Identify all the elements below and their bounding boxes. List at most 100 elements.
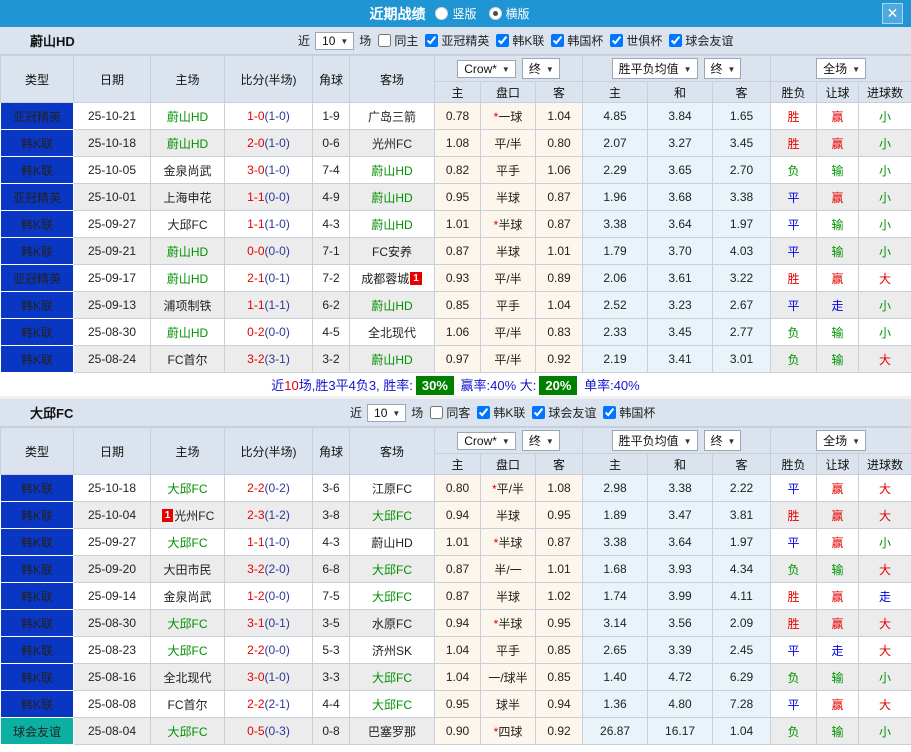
league-filter-1[interactable]: 球会友谊: [532, 404, 598, 421]
handicap-text: 半球: [495, 190, 520, 205]
radio-checked-icon[interactable]: [488, 7, 502, 20]
avg-select[interactable]: 胜平负均值: [611, 58, 698, 79]
radio-unchecked-icon[interactable]: [435, 7, 449, 20]
league-filter-1-input[interactable]: [532, 406, 546, 419]
verdict-text: 负: [787, 724, 800, 739]
league-cell: 韩K联: [0, 318, 74, 346]
league-cell: 韩K联: [0, 663, 74, 691]
team-name-text: FC安养: [372, 244, 412, 259]
league-filter-2-input[interactable]: [603, 406, 617, 419]
team-name-text: 大邱FC: [372, 670, 412, 685]
verdict-text: 赢: [831, 136, 844, 151]
league-filter-1-input[interactable]: [496, 34, 510, 47]
score-cell: 1-1(1-0): [224, 528, 313, 556]
corners-cell: 5-3: [312, 636, 350, 664]
league-filter-0[interactable]: 亚冠精英: [425, 32, 491, 49]
sub-header-6: 胜负: [770, 81, 818, 103]
verdict-text: 平: [787, 298, 800, 313]
verdict-text: 输: [831, 325, 844, 340]
close-button[interactable]: ✕: [882, 3, 903, 24]
near-count-select[interactable]: 10: [315, 31, 355, 50]
avg-final-select[interactable]: 终: [703, 58, 742, 79]
handicap-result-cell: 输: [816, 210, 860, 238]
league-filter-2[interactable]: 韩国杯: [603, 404, 657, 421]
odds-away-cell: 0.80: [534, 129, 584, 157]
league-filter-0-input[interactable]: [477, 406, 491, 419]
scope-select[interactable]: 全场: [816, 430, 867, 451]
avg-win-cell: 3.14: [582, 609, 649, 637]
team-name-text: 全北现代: [367, 325, 416, 340]
avg-away-cell: 2.45: [712, 636, 772, 664]
table-row: 亚冠精英 25-10-01 上海申花 1-1(0-0) 4-9 蔚山HD 0.95 半球 0.8…: [0, 183, 911, 211]
result-cell: 胜: [770, 582, 818, 610]
table-row: 韩K联 25-10-18 蔚山HD 2-0(1-0) 0-6 光州FC 1.08 平/半 0.8…: [0, 129, 911, 157]
team-name-text: 大邱FC: [167, 217, 208, 232]
date-cell: 25-08-16: [73, 663, 151, 691]
scope-select[interactable]: 全场: [816, 58, 867, 79]
verdict-text: 大: [879, 271, 892, 286]
verdict-text: 小: [879, 136, 892, 151]
sub-header-4: 和: [647, 453, 714, 475]
handicap-cell: *半球: [480, 609, 536, 637]
avg-win-cell: 2.65: [582, 636, 649, 664]
same-venue-checkbox-input[interactable]: [378, 34, 392, 47]
league-filter-1[interactable]: 韩K联: [496, 32, 546, 49]
league-filter-4-input[interactable]: [669, 34, 683, 47]
home-team-cell: 大邱FC: [150, 528, 225, 556]
sub-header-1: 盘口: [480, 453, 536, 475]
away-team-cell: 光州FC: [349, 129, 435, 157]
odds-company-select[interactable]: Crow*: [457, 60, 516, 78]
avg-draw-cell: 4.80: [647, 690, 714, 718]
halftime-score: (0-3): [264, 724, 290, 738]
odds-home-cell: 1.01: [434, 210, 481, 238]
avg-win-cell: 1.74: [582, 582, 649, 610]
result-cell: 胜: [770, 129, 818, 157]
avg-draw-cell: 3.68: [647, 183, 714, 211]
verdict-text: 胜: [787, 616, 800, 631]
same-venue-checkbox-input[interactable]: [430, 406, 444, 419]
league-filter-2[interactable]: 韩国杯: [551, 32, 605, 49]
avg-draw-cell: 3.65: [647, 156, 714, 184]
results-table: 类型日期主场比分(半场)角球客场Crow*终胜平负均值终全场主盘口客主和客胜负让…: [0, 427, 911, 745]
summary-part: 40%: [490, 378, 517, 393]
team-name: 大邱FC: [30, 406, 74, 421]
verdict-text: 平: [787, 481, 800, 496]
result-cell: 胜: [770, 264, 818, 292]
team-name-text: 大田市民: [163, 562, 212, 577]
handicap-text: 一/球半: [488, 670, 528, 685]
fulltime-score: 1-1: [247, 190, 265, 204]
col-header-5: 客场: [349, 427, 435, 475]
verdict-text: 大: [879, 643, 892, 658]
league-filter-0-label: 韩K联: [493, 406, 526, 420]
avg-select[interactable]: 胜平负均值: [611, 430, 698, 451]
odds-away-cell: 1.02: [534, 582, 584, 610]
halftime-score: (0-1): [264, 271, 290, 285]
odds-home-cell: 1.04: [434, 663, 481, 691]
section-header: 蔚山HD 近 10 场 同主 亚冠精英 韩K联 韩国杯 世俱杯 球会友谊: [0, 27, 911, 55]
league-filter-0[interactable]: 韩K联: [477, 404, 527, 421]
league-filter-0-input[interactable]: [425, 34, 439, 47]
section-header: 大邱FC 近 10 场 同客 韩K联 球会友谊 韩国杯: [0, 399, 911, 427]
odds-away-cell: 0.85: [534, 636, 584, 664]
team-name-text: FC首尔: [167, 352, 208, 367]
near-count-select[interactable]: 10: [367, 403, 407, 422]
odds-final-select[interactable]: 终: [521, 58, 560, 79]
odds-final-select[interactable]: 终: [521, 430, 560, 451]
same-venue-checkbox[interactable]: 同客: [430, 404, 472, 421]
odds-home-cell: 1.04: [434, 636, 481, 664]
avg-draw-cell: 3.99: [647, 582, 714, 610]
league-filter-2-input[interactable]: [551, 34, 565, 47]
layout-radio-vertical[interactable]: 竖版: [435, 5, 477, 22]
avg-away-cell: 2.77: [712, 318, 772, 346]
league-filter-3-input[interactable]: [610, 34, 624, 47]
odds-company-select[interactable]: Crow*: [457, 432, 516, 450]
team-name-text: FC首尔: [167, 697, 208, 712]
odds-away-cell: 1.06: [534, 156, 584, 184]
result-cell: 负: [770, 555, 818, 583]
layout-radio-horizontal[interactable]: 横版: [488, 5, 530, 22]
league-filter-4[interactable]: 球会友谊: [669, 32, 735, 49]
halftime-score: (1-1): [264, 298, 290, 312]
same-venue-checkbox[interactable]: 同主: [378, 32, 420, 49]
avg-final-select[interactable]: 终: [703, 430, 742, 451]
league-filter-3[interactable]: 世俱杯: [610, 32, 664, 49]
